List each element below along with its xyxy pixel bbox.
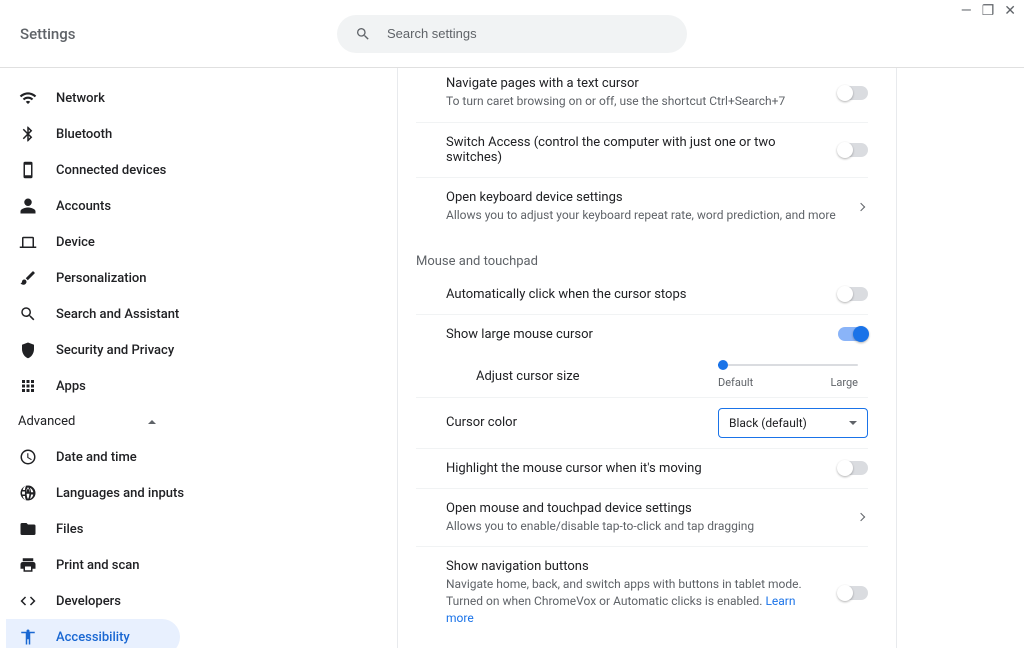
sidebar-section-advanced[interactable]: Advanced [6,404,180,439]
toggle-navigate-text-cursor[interactable] [838,86,868,100]
slider-thumb[interactable] [718,360,728,370]
section-title-mouse: Mouse and touchpad [416,236,878,275]
sidebar-item-accounts[interactable]: Accounts [6,188,250,224]
content-area: Navigate pages with a text cursor To tur… [270,68,1024,648]
search-icon [18,305,38,323]
row-switch-access: Switch Access (control the computer with… [416,123,868,178]
row-title: Switch Access (control the computer with… [446,135,826,165]
row-open-mouse-settings[interactable]: Open mouse and touchpad device settings … [416,489,868,548]
row-large-cursor: Show large mouse cursor [416,315,868,354]
row-cursor-size: Adjust cursor size Default Large [416,354,868,398]
globe-icon [18,484,38,502]
row-highlight-cursor: Highlight the mouse cursor when it's mov… [416,449,868,489]
sidebar-item-label: Apps [56,379,86,394]
sidebar-item-label: Device [56,235,95,250]
page-title: Settings [20,25,76,43]
search-icon [355,26,371,42]
toggle-highlight-cursor[interactable] [838,461,868,475]
row-title: Show large mouse cursor [446,327,826,342]
sidebar-item-label: Accessibility [56,630,130,645]
row-title: Open keyboard device settings [446,190,846,205]
row-subtitle: To turn caret browsing on or off, use th… [446,93,826,110]
clock-icon [18,448,38,466]
search-input[interactable] [385,25,669,42]
sidebar-item-security-privacy[interactable]: Security and Privacy [6,332,250,368]
sidebar-item-label: Connected devices [56,163,166,178]
row-open-keyboard-settings[interactable]: Open keyboard device settings Allows you… [416,178,868,236]
sidebar-item-label: Network [56,91,105,106]
search-field[interactable] [337,15,687,53]
row-title: Highlight the mouse cursor when it's mov… [446,461,826,476]
row-title: Open mouse and touchpad device settings [446,501,846,516]
row-subtitle: Allows you to enable/disable tap-to-clic… [446,518,846,535]
toggle-navigation-buttons[interactable] [838,586,868,600]
sidebar-item-label: Developers [56,594,121,609]
row-title: Cursor color [446,415,517,430]
cursor-size-slider[interactable] [718,364,858,366]
row-navigation-buttons: Show navigation buttons Navigate home, b… [416,547,868,638]
sidebar-item-label: Bluetooth [56,127,112,142]
slider-min-label: Default [718,376,753,389]
row-navigate-text-cursor: Navigate pages with a text cursor To tur… [416,68,868,123]
printer-icon [18,556,38,574]
settings-panel: Navigate pages with a text cursor To tur… [397,68,897,648]
row-cursor-color: Cursor color Black (default) [416,398,868,449]
sidebar-item-personalization[interactable]: Personalization [6,260,250,296]
shield-icon [18,341,38,359]
sidebar-item-bluetooth[interactable]: Bluetooth [6,116,250,152]
sidebar-item-label: Languages and inputs [56,486,184,501]
sidebar: Network Bluetooth Connected devices Acco… [0,68,270,648]
code-icon [18,592,38,610]
toggle-large-cursor[interactable] [838,327,868,341]
toggle-auto-click[interactable] [838,287,868,301]
brush-icon [18,269,38,287]
row-title: Automatically click when the cursor stop… [446,287,826,302]
person-icon [18,197,38,215]
sidebar-item-label: Files [56,522,83,537]
select-value: Black (default) [729,416,807,430]
chevron-down-icon [849,421,857,425]
sidebar-item-label: Date and time [56,450,137,465]
bluetooth-icon [18,125,38,143]
sidebar-item-label: Search and Assistant [56,307,179,322]
sidebar-item-files[interactable]: Files [6,511,250,547]
sidebar-item-developers[interactable]: Developers [6,583,250,619]
chevron-right-icon [857,202,865,210]
sidebar-item-label: Accounts [56,199,111,214]
folder-icon [18,520,38,538]
chevron-right-icon [857,513,865,521]
row-auto-click: Automatically click when the cursor stop… [416,275,868,315]
sidebar-item-label: Personalization [56,271,147,286]
sidebar-item-date-time[interactable]: Date and time [6,439,250,475]
sidebar-item-connected-devices[interactable]: Connected devices [6,152,250,188]
sidebar-item-search-assistant[interactable]: Search and Assistant [6,296,250,332]
sidebar-item-accessibility[interactable]: Accessibility [6,619,180,648]
sidebar-item-label: Print and scan [56,558,140,573]
chevron-up-icon [148,420,156,424]
apps-icon [18,377,38,395]
laptop-icon [18,233,38,251]
phone-icon [18,161,38,179]
app-header: Settings [0,0,1024,68]
wifi-icon [18,89,38,107]
slider-max-label: Large [830,376,858,389]
slider-label: Adjust cursor size [476,369,580,384]
sidebar-item-network[interactable]: Network [6,80,250,116]
sidebar-item-device[interactable]: Device [6,224,250,260]
toggle-switch-access[interactable] [838,143,868,157]
section-title-audio: Audio and captions [416,639,878,648]
row-subtitle: Allows you to adjust your keyboard repea… [446,207,846,224]
sidebar-item-languages-inputs[interactable]: Languages and inputs [6,475,250,511]
sidebar-item-print-scan[interactable]: Print and scan [6,547,250,583]
row-title: Navigate pages with a text cursor [446,76,826,91]
sidebar-item-label: Security and Privacy [56,343,174,358]
row-title: Show navigation buttons [446,559,826,574]
sidebar-item-apps[interactable]: Apps [6,368,250,404]
accessibility-icon [18,628,38,646]
sidebar-section-label: Advanced [18,414,75,429]
cursor-color-select[interactable]: Black (default) [718,408,868,438]
row-subtitle: Navigate home, back, and switch apps wit… [446,576,826,626]
